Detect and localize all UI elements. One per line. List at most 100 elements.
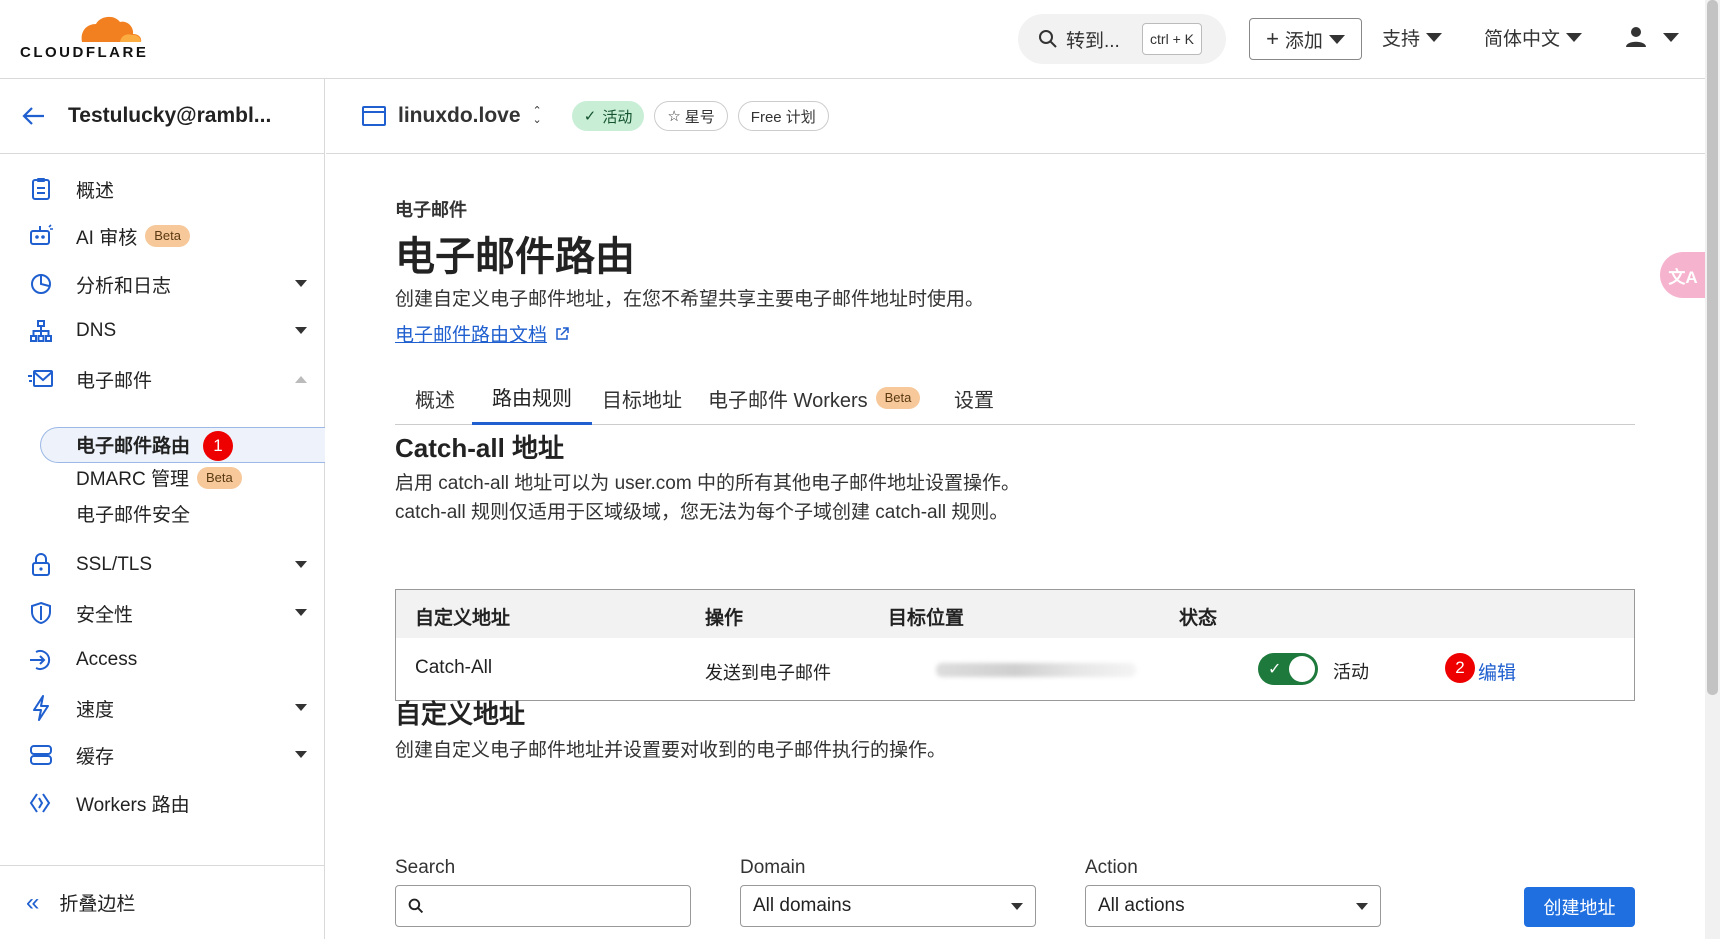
chevron-down-icon [295, 280, 307, 287]
star-icon: ☆ [667, 108, 681, 125]
zone-bar: linuxdo.love ⌃ ⌄ ✓ 活动 ☆ 星号 Free 计划 [326, 79, 1705, 154]
top-bar: CLOUDFLARE 转到... ctrl + K + 添加 支持 简体中文 [0, 0, 1705, 79]
catch-all-status: 活动 [1333, 662, 1369, 682]
account-name: Testulucky@rambl... [68, 104, 272, 127]
domain-field-label: Domain [740, 857, 806, 878]
zone-name: linuxdo.love [398, 104, 521, 127]
step-badge: 1 [203, 431, 233, 461]
chevron-down-icon [1356, 903, 1368, 910]
sidebar-item-ssl-tls[interactable]: SSL/TLS [0, 545, 325, 585]
star-label: 星号 [684, 108, 715, 126]
chevron-down-icon [295, 751, 307, 758]
create-address-button[interactable]: 创建地址 [1524, 887, 1635, 927]
star-button[interactable]: ☆ 星号 [654, 101, 728, 131]
action-select[interactable]: All actions [1085, 885, 1381, 927]
chevron-down-icon [295, 561, 307, 568]
logo-text: CLOUDFLARE [20, 44, 149, 61]
browser-window-icon [362, 106, 386, 126]
search-icon [1039, 30, 1057, 48]
page-scrollbar[interactable] [1705, 0, 1720, 939]
custom-addresses-heading: 自定义地址 [395, 699, 526, 729]
catch-all-description-1: 启用 catch-all 地址可以为 user.com 中的所有其他电子邮件地址… [395, 473, 1020, 494]
catch-all-toggle[interactable]: ✓ [1258, 653, 1318, 685]
plan-badge[interactable]: Free 计划 [737, 101, 829, 131]
docs-link-label: 电子邮件路由文档 [395, 325, 548, 346]
sidebar-subitem-dmarc[interactable]: DMARC 管理 Beta [76, 464, 242, 491]
action-select-value: All actions [1098, 895, 1185, 916]
beta-badge: Beta [196, 466, 242, 489]
sidebar-item-analytics[interactable]: 分析和日志 [0, 264, 325, 304]
tab-bar: 概述 路由规则 目标地址 电子邮件 Workers Beta 设置 [395, 371, 1635, 425]
collapse-sidebar-button[interactable]: « 折叠边栏 [0, 865, 325, 939]
toggle-knob [1289, 656, 1315, 682]
sitemap-icon [28, 318, 54, 344]
tab-overview[interactable]: 概述 [395, 371, 475, 425]
sidebar-item-label: Workers 路由 [76, 794, 190, 816]
edit-link[interactable]: 编辑 [1478, 658, 1516, 685]
catch-all-heading: Catch-all 地址 [395, 433, 565, 463]
chevron-down-icon [1328, 34, 1345, 44]
plus-icon: + [1266, 26, 1279, 51]
sidebar-item-cache[interactable]: 缓存 [0, 735, 325, 775]
domain-select-value: All domains [753, 895, 852, 916]
chevron-down-icon [295, 609, 307, 616]
tab-label: 概述 [415, 389, 455, 412]
zone-switcher-icon[interactable]: ⌃ ⌄ [533, 106, 542, 126]
sidebar-item-overview[interactable]: 概述 [0, 169, 325, 209]
section-eyebrow: 电子邮件 [395, 200, 467, 220]
sidebar: Testulucky@rambl... 概述 AI 审核 Beta 分析和日志 … [0, 79, 325, 939]
sidebar-subitem-email-routing[interactable]: 电子邮件路由 [76, 431, 190, 458]
zone-status-badge: ✓ 活动 [571, 101, 645, 131]
sidebar-item-security[interactable]: 安全性 [0, 593, 325, 633]
sidebar-item-email[interactable]: 电子邮件 [0, 359, 325, 399]
page-description: 创建自定义电子邮件地址，在您不希望共享主要电子邮件地址时使用。 [395, 289, 985, 310]
sidebar-item-speed[interactable]: 速度 [0, 688, 325, 728]
sidebar-item-label: 概述 [76, 180, 115, 202]
beta-badge: Beta [145, 225, 190, 247]
sidebar-item-label: 缓存 [76, 746, 115, 768]
add-button[interactable]: + 添加 [1249, 18, 1362, 60]
tab-destination-addresses[interactable]: 目标地址 [582, 371, 702, 425]
lightning-icon [28, 695, 54, 721]
check-icon: ✓ [1268, 661, 1282, 678]
column-header: 目标位置 [888, 608, 965, 629]
search-icon [408, 898, 424, 914]
language-menu[interactable]: 简体中文 [1484, 24, 1583, 51]
user-menu[interactable] [1625, 26, 1679, 48]
sidebar-item-workers-routes[interactable]: Workers 路由 [0, 783, 325, 823]
column-header: 自定义地址 [415, 608, 511, 629]
sidebar-subitem-email-security[interactable]: 电子邮件安全 [76, 500, 190, 527]
workers-icon [28, 790, 54, 816]
sidebar-item-label: Access [76, 649, 138, 670]
sidebar-item-label: 安全性 [76, 604, 134, 626]
docs-link[interactable]: 电子邮件路由文档 [395, 320, 569, 347]
storage-icon [28, 742, 54, 768]
tab-email-workers[interactable]: 电子邮件 Workers Beta [688, 371, 940, 425]
search-input[interactable] [395, 885, 691, 927]
access-icon [28, 647, 54, 673]
action-field-label: Action [1085, 857, 1138, 878]
tab-label: 电子邮件 Workers [708, 389, 868, 412]
sidebar-item-ai-audit[interactable]: AI 审核 Beta [0, 216, 325, 256]
chevron-down-icon [1011, 903, 1023, 910]
chevron-down-icon [1663, 32, 1679, 42]
language-label: 简体中文 [1484, 29, 1561, 50]
email-icon [28, 366, 54, 392]
back-arrow-icon[interactable] [22, 106, 46, 126]
sidebar-subitem-label: DMARC 管理 [76, 469, 189, 490]
shield-icon [28, 600, 54, 626]
tab-settings[interactable]: 设置 [934, 371, 1014, 425]
goto-search[interactable]: 转到... ctrl + K [1018, 14, 1226, 64]
sidebar-item-dns[interactable]: DNS [0, 311, 325, 351]
domain-select[interactable]: All domains [740, 885, 1036, 927]
tab-routing-rules[interactable]: 路由规则 [472, 371, 592, 425]
chart-pie-icon [28, 271, 54, 297]
cloudflare-logo[interactable]: CLOUDFLARE [20, 12, 155, 62]
translate-icon[interactable]: 文A [1660, 252, 1706, 298]
sidebar-item-access[interactable]: Access [0, 640, 325, 680]
catch-all-address: Catch-All [415, 657, 493, 678]
sidebar-item-label: SSL/TLS [76, 554, 153, 575]
support-menu[interactable]: 支持 [1382, 24, 1443, 51]
scrollbar-thumb[interactable] [1707, 0, 1718, 695]
catch-all-action: 发送到电子邮件 [705, 663, 831, 683]
